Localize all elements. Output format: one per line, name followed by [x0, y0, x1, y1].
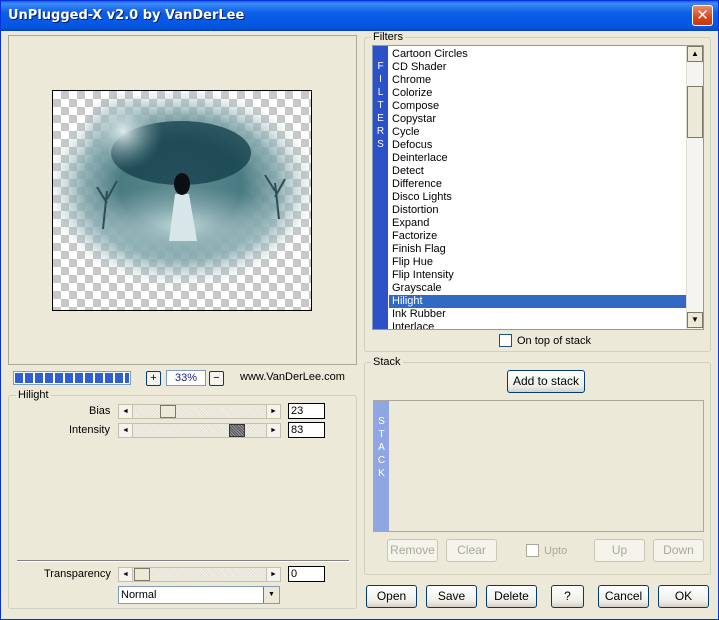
sidebar-letter: L: [377, 87, 384, 98]
zoom-in-button[interactable]: +: [146, 371, 161, 386]
filter-item[interactable]: Copystar: [389, 113, 687, 126]
on-top-checkbox[interactable]: [499, 334, 512, 347]
filter-item[interactable]: Disco Lights: [389, 191, 687, 204]
filter-item[interactable]: Interlace: [389, 321, 687, 329]
filter-item[interactable]: Defocus: [389, 139, 687, 152]
sidebar-letter: K: [378, 468, 385, 479]
intensity-left-arrow[interactable]: ◄: [118, 423, 133, 438]
intensity-track[interactable]: [133, 423, 266, 438]
transparency-track[interactable]: [133, 567, 266, 582]
up-button[interactable]: Up: [594, 539, 645, 562]
window-title: UnPlugged-X v2.0 by VanDerLee: [8, 8, 245, 23]
preview-artwork: [53, 91, 311, 291]
filter-item[interactable]: Distortion: [389, 204, 687, 217]
sidebar-letter: I: [379, 74, 382, 85]
filter-item[interactable]: Compose: [389, 100, 687, 113]
filters-group-label: Filters: [371, 31, 405, 43]
filter-item[interactable]: Detect: [389, 165, 687, 178]
filters-sidebar-label: FILTERS: [373, 46, 388, 329]
filter-item[interactable]: CD Shader: [389, 61, 687, 74]
zoom-level: 33%: [166, 370, 206, 386]
render-progress-bar: [13, 371, 131, 385]
intensity-right-arrow[interactable]: ►: [266, 423, 281, 438]
render-progress-fill: [15, 373, 129, 383]
bias-track[interactable]: [133, 404, 266, 419]
filter-item[interactable]: Colorize: [389, 87, 687, 100]
filter-item[interactable]: Grayscale: [389, 282, 687, 295]
bias-left-arrow[interactable]: ◄: [118, 404, 133, 419]
sidebar-letter: F: [377, 61, 384, 72]
transparency-right-arrow[interactable]: ►: [266, 567, 281, 582]
upto-label: Upto: [544, 545, 568, 557]
filter-item[interactable]: Flip Intensity: [389, 269, 687, 282]
scroll-down-arrow[interactable]: ▼: [687, 312, 703, 328]
preview-image[interactable]: [52, 90, 312, 311]
stack-sidebar-label: STACK: [374, 401, 389, 531]
transparency-thumb[interactable]: [134, 568, 150, 581]
help-button[interactable]: ?: [551, 585, 584, 608]
settings-group-label: Hilight: [16, 389, 51, 401]
cancel-button[interactable]: Cancel: [598, 585, 649, 608]
transparency-label: Transparency: [44, 568, 111, 580]
bias-label: Bias: [89, 405, 111, 417]
website-link[interactable]: www.VanDerLee.com: [240, 371, 345, 383]
blend-mode-value: Normal: [121, 589, 157, 601]
sidebar-letter: R: [376, 126, 385, 137]
sidebar-letter: A: [378, 442, 385, 453]
settings-divider: [17, 560, 349, 562]
sidebar-letter: S: [377, 139, 384, 150]
title-bar: UnPlugged-X v2.0 by VanDerLee ✕: [1, 1, 718, 31]
filter-item[interactable]: Chrome: [389, 74, 687, 87]
filter-item[interactable]: Deinterlace: [389, 152, 687, 165]
zoom-out-button[interactable]: −: [209, 371, 224, 386]
stack-list[interactable]: STACK: [373, 400, 704, 532]
bias-value-field[interactable]: 23: [288, 403, 325, 419]
sidebar-letter: T: [377, 100, 384, 111]
close-button[interactable]: ✕: [692, 5, 713, 26]
blend-mode-select[interactable]: Normal ▼: [118, 586, 280, 604]
down-button[interactable]: Down: [653, 539, 704, 562]
sidebar-letter: T: [378, 429, 385, 440]
bias-right-arrow[interactable]: ►: [266, 404, 281, 419]
clear-button[interactable]: Clear: [446, 539, 497, 562]
sidebar-letter: S: [378, 416, 385, 427]
ok-button[interactable]: OK: [658, 585, 709, 608]
filter-item[interactable]: Cycle: [389, 126, 687, 139]
bias-thumb[interactable]: [160, 405, 176, 418]
transparency-value-field[interactable]: 0: [288, 566, 325, 582]
intensity-label: Intensity: [69, 424, 110, 436]
scroll-up-arrow[interactable]: ▲: [687, 46, 703, 62]
scroll-thumb[interactable]: [687, 86, 703, 138]
filter-item[interactable]: Hilight: [389, 295, 687, 308]
chevron-down-icon[interactable]: ▼: [263, 587, 279, 603]
intensity-value-field[interactable]: 83: [288, 422, 325, 438]
intensity-thumb[interactable]: [229, 424, 245, 437]
delete-button[interactable]: Delete: [486, 585, 537, 608]
sidebar-letter: C: [377, 455, 386, 466]
open-button[interactable]: Open: [366, 585, 417, 608]
save-button[interactable]: Save: [426, 585, 477, 608]
filter-item[interactable]: Factorize: [389, 230, 687, 243]
main-window: UnPlugged-X v2.0 by VanDerLee ✕ + 33% − …: [0, 0, 719, 620]
filter-item[interactable]: Finish Flag: [389, 243, 687, 256]
upto-checkbox[interactable]: [526, 544, 539, 557]
stack-group-label: Stack: [371, 356, 403, 368]
transparency-left-arrow[interactable]: ◄: [118, 567, 133, 582]
filters-list[interactable]: FILTERS Cartoon Circles CD Shader Chrome Co…: [372, 45, 704, 330]
filter-item[interactable]: Flip Hue: [389, 256, 687, 269]
filter-item[interactable]: Expand: [389, 217, 687, 230]
filter-item[interactable]: Ink Rubber: [389, 308, 687, 321]
remove-button[interactable]: Remove: [387, 539, 438, 562]
on-top-label: On top of stack: [517, 335, 591, 347]
filters-scrollbar[interactable]: ▲ ▼: [686, 46, 703, 329]
filter-item[interactable]: Difference: [389, 178, 687, 191]
add-to-stack-button[interactable]: Add to stack: [507, 370, 585, 393]
filter-item[interactable]: Cartoon Circles: [389, 48, 687, 61]
sidebar-letter: E: [377, 113, 384, 124]
